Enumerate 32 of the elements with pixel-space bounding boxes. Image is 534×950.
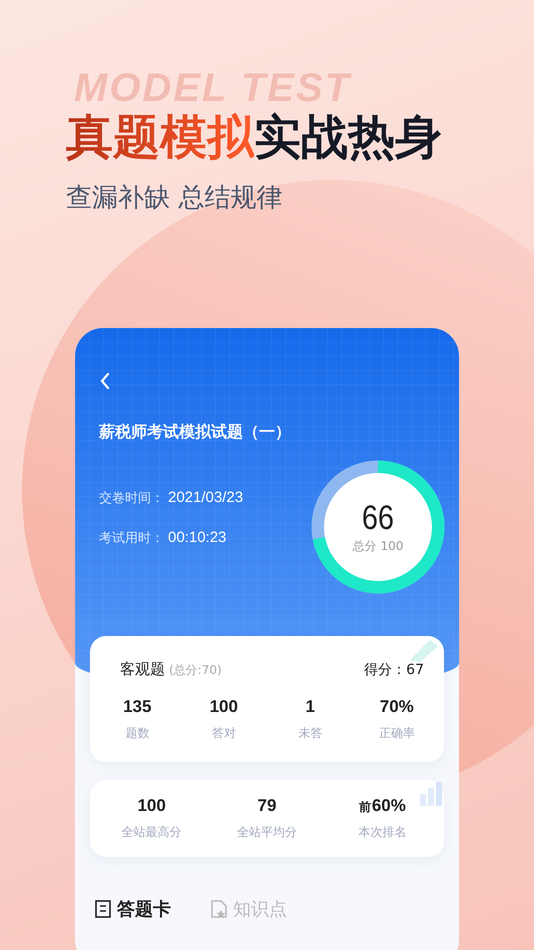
stat-value: 100 [210, 697, 238, 717]
stat-value: 100 [137, 796, 166, 816]
score-value: 66 [362, 499, 394, 538]
stat-value: 135 [123, 697, 152, 717]
stat-label: 答对 [212, 725, 236, 742]
info-label: 交卷时间： [99, 490, 164, 507]
section-subtitle: (总分:70) [169, 662, 222, 679]
stat-value: 70% [380, 697, 414, 717]
stat-label: 正确率 [378, 725, 415, 742]
stat-value: 1 [306, 697, 315, 717]
tab[interactable]: 答题卡 [95, 897, 171, 931]
list-icon [95, 900, 111, 918]
info-value: 00:10:23 [168, 529, 226, 546]
stat-label: 题数 [125, 725, 150, 742]
subtitle: 查漏补缺 总结规律 [66, 182, 284, 215]
stat-label: 全站平均分 [236, 824, 297, 841]
stat-label: 未答 [298, 725, 322, 742]
bar-chart-icon [418, 780, 444, 806]
score-text: 得分：67 [364, 661, 424, 679]
stat-label: 全站最高分 [122, 824, 182, 841]
back-icon[interactable] [99, 372, 111, 390]
document-star-icon [211, 900, 227, 918]
info-value: 2021/03/23 [168, 489, 244, 506]
stat-label: 本次排名 [358, 824, 406, 841]
exam-title: 薪税师考试模拟试题（一） [99, 422, 292, 443]
score-caption: 总分 100 [352, 538, 404, 555]
headline-accent: 真题模拟 [66, 112, 254, 164]
headline: 实战热身 [254, 112, 442, 164]
section-title: 客观题 [120, 660, 165, 679]
stat-value: 79 [258, 796, 276, 816]
stat-value: 前60% [358, 796, 406, 816]
info-label: 考试用时： [99, 530, 164, 547]
